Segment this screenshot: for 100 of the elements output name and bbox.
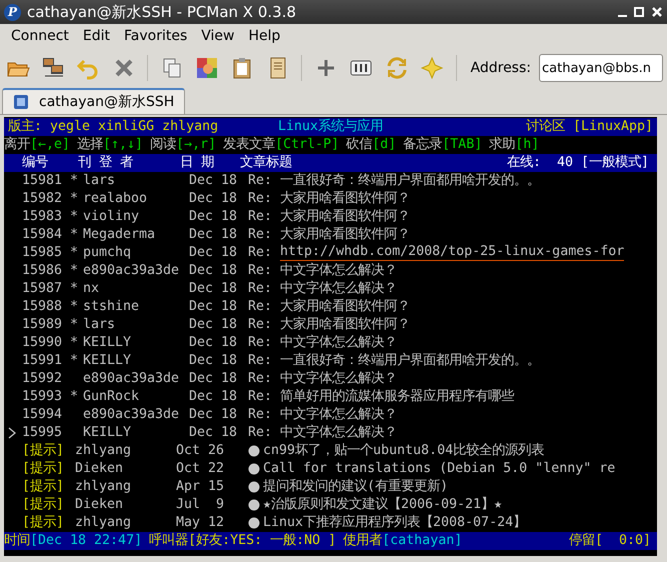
- mark-label: *: [70, 352, 80, 370]
- reply-prefix: Re:: [248, 190, 274, 208]
- dot-icon: [248, 445, 260, 457]
- article-author: realaboo: [83, 190, 148, 208]
- mark-label: *: [70, 316, 80, 334]
- reply-prefix: Re:: [248, 388, 274, 406]
- notice-tag: [提示]: [22, 514, 75, 532]
- reply-prefix: Re:: [248, 172, 274, 190]
- article-number: 15984: [22, 226, 64, 244]
- menu-item[interactable]: Connect: [4, 28, 76, 44]
- article-date: Dec 18: [189, 388, 238, 406]
- reply-prefix: Re:: [248, 352, 274, 370]
- column-header: 文章标题: [240, 154, 293, 172]
- article-number: 15990: [22, 334, 64, 352]
- reply-prefix: Re:: [248, 208, 274, 226]
- mark-label: *: [70, 262, 80, 280]
- help-label: 发表文章: [223, 136, 276, 154]
- article-number: 15991: [22, 352, 64, 370]
- article-title: 简单好用的流媒体服务器应用程序有哪些: [280, 388, 516, 406]
- article-author: nx: [83, 280, 100, 298]
- mark-label: *: [70, 226, 80, 244]
- notice-author: zhlyang: [75, 514, 132, 532]
- notice-tag: [提示]: [22, 478, 75, 496]
- notice-row[interactable]: [提示] Dieken Jul 9 ★治版原则和发文建议【2006-09-21】★: [4, 496, 657, 514]
- article-title: 大家用啥看图软件阿？: [280, 226, 411, 244]
- notice-tag: [提示]: [22, 460, 75, 478]
- menu-item[interactable]: View: [194, 28, 242, 44]
- address-label: Address:: [470, 60, 531, 76]
- reply-prefix: Re:: [248, 334, 274, 352]
- help-key: [↑,↓]: [103, 136, 144, 154]
- article-title: 中文字体怎么解决？: [280, 262, 398, 280]
- article-author: violiny: [83, 208, 140, 226]
- article-date: Dec 18: [189, 370, 238, 388]
- address-field[interactable]: cathayan@bbs.n: [539, 54, 663, 82]
- article-number: 15995: [22, 424, 64, 442]
- help-label: 备忘录: [403, 136, 442, 154]
- menu-item[interactable]: Favorites: [117, 28, 194, 44]
- notice-title: Call for translations (Debian 5.0 "lenny" re: [263, 460, 616, 478]
- help-label: 砍信: [346, 136, 372, 154]
- article-title: 一直很好奇：终端用户界面都用啥开发的。。: [280, 172, 541, 190]
- article-number: 15994: [22, 406, 64, 424]
- article-date: Dec 18: [189, 334, 238, 352]
- notice-row[interactable]: [提示] zhlyang Oct 26 cn99坏了，贴一个ubuntu8.04比较全的源列表: [4, 442, 657, 460]
- mark-label: *: [70, 334, 80, 352]
- help-key: [h]: [515, 136, 540, 154]
- article-author: KEILLY: [83, 424, 132, 442]
- mark-label: *: [70, 244, 80, 262]
- notice-title: 提问和发问的建议(有重要更新): [263, 478, 450, 496]
- notice-title: cn99坏了，贴一个ubuntu8.04比较全的源列表: [263, 442, 546, 460]
- dot-icon: [248, 517, 260, 529]
- article-author: KEILLY: [83, 334, 132, 352]
- status-value: [cathayan]: [382, 532, 462, 550]
- status-label: 使用者: [343, 532, 382, 550]
- mark-label: *: [70, 208, 80, 226]
- help-label: 离开: [4, 136, 30, 154]
- article-date: Dec 18: [189, 190, 238, 208]
- article-date: Dec 18: [189, 262, 238, 280]
- connection-tab[interactable]: cathayan@新水SSH: [2, 88, 186, 114]
- notice-tag: [提示]: [22, 496, 75, 514]
- article-date: Dec 18: [189, 424, 238, 442]
- reply-prefix: Re:: [248, 298, 274, 316]
- article-title: 中文字体怎么解决？: [280, 424, 398, 442]
- dot-icon: [248, 463, 260, 475]
- notice-author: zhlyang: [75, 478, 132, 496]
- mark-label: *: [70, 172, 80, 190]
- article-title: 中文字体怎么解决？: [280, 280, 398, 298]
- notice-row[interactable]: [提示] zhlyang Apr 15 提问和发问的建议(有重要更新): [4, 478, 657, 496]
- reply-prefix: Re:: [248, 262, 274, 280]
- article-number: 15982: [22, 190, 64, 208]
- help-key: [d]: [372, 136, 396, 154]
- mark-label: *: [70, 280, 80, 298]
- article-title: 大家用啥看图软件阿？: [280, 316, 411, 334]
- column-header: 刊 登 者: [78, 154, 134, 172]
- notice-date: Oct 22: [176, 460, 226, 478]
- notice-row[interactable]: [提示] zhlyang May 12 Linux下推荐应用程序列表【2008-07-24】: [4, 514, 657, 532]
- article-author: lars: [83, 316, 116, 334]
- board-title: Linux系统与应用: [278, 118, 384, 136]
- reply-prefix: Re:: [248, 406, 274, 424]
- notice-date: Apr 15: [176, 478, 226, 496]
- menu-item[interactable]: Help: [242, 28, 288, 44]
- article-author: stshine: [83, 298, 140, 316]
- article-date: Dec 18: [189, 226, 238, 244]
- mark-label: *: [70, 298, 80, 316]
- article-date: Dec 18: [189, 298, 238, 316]
- article-link[interactable]: http://whdb.com/2008/top-25-linux-games-for: [280, 244, 624, 261]
- column-header: 日 期: [180, 154, 216, 172]
- refresh-icon: [384, 56, 409, 80]
- notice-title: ★治版原则和发文建议【2006-09-21】★: [263, 496, 504, 514]
- article-date: Dec 18: [189, 352, 238, 370]
- mode-text: [一般模式]: [580, 154, 649, 172]
- close-icon: [651, 6, 663, 18]
- notice-date: May 12: [176, 514, 226, 532]
- status-label: 停留[ 0:0]: [568, 532, 651, 550]
- menu-item[interactable]: Edit: [76, 28, 118, 44]
- notice-row[interactable]: [提示] Dieken Oct 22 Call for translations (Debian 5.0 "lenny" re: [4, 460, 657, 478]
- moderators-text: 版主: yegle xinliGG zhlyang: [8, 118, 220, 136]
- article-date: Dec 18: [189, 172, 238, 190]
- notice-date: Jul 9: [176, 496, 226, 514]
- status-label: 时间: [4, 532, 30, 550]
- help-key: [→,r]: [176, 136, 216, 154]
